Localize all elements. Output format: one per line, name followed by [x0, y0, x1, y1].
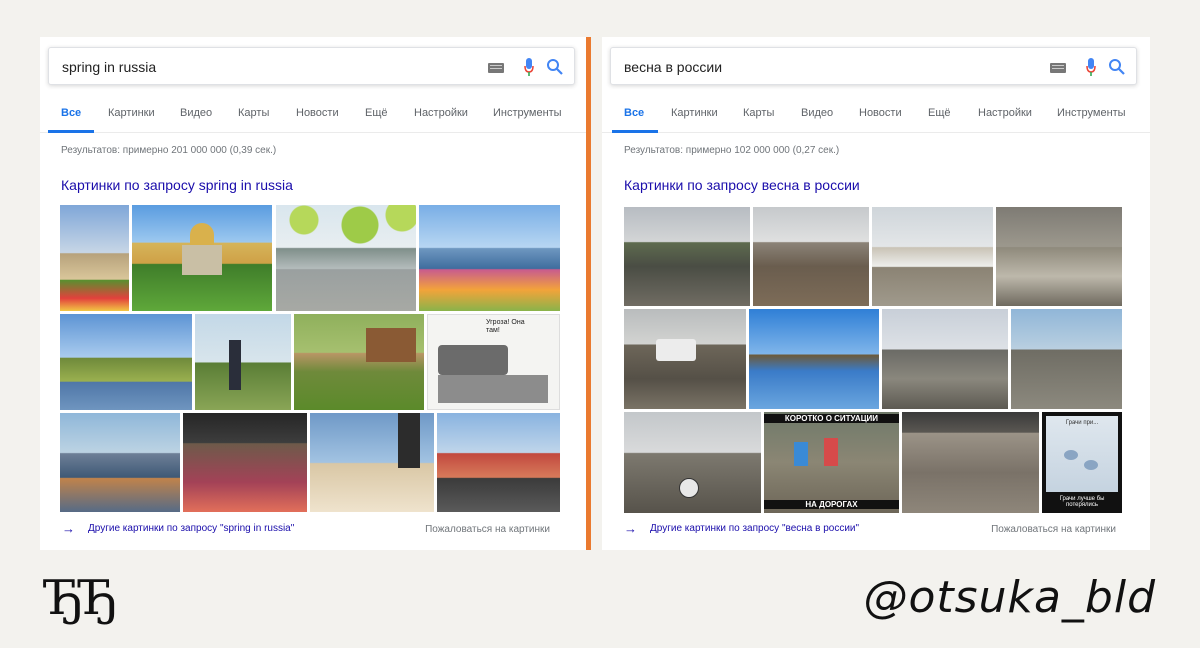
- image-result-flooded-road-cars[interactable]: [624, 309, 746, 409]
- wooden-house: [366, 328, 416, 362]
- image-result-moscow-cityscape[interactable]: [60, 413, 180, 512]
- results-stats: Результатов: примерно 102 000 000 (0,27 …: [624, 145, 840, 156]
- bird-shape: [1084, 460, 1098, 470]
- image-result-parade-street[interactable]: [437, 413, 560, 512]
- keyboard-icon[interactable]: [1050, 63, 1066, 73]
- microphone-icon[interactable]: [524, 58, 534, 76]
- demotivator-caption: Грачи лучше бы потерялись: [1059, 496, 1105, 508]
- arrow-right-icon: →: [624, 521, 637, 536]
- image-result-football-mud[interactable]: [624, 412, 761, 513]
- more-images-row: → Другие картинки по запросу "весна в ро…: [624, 521, 1134, 537]
- image-result-rubble-street[interactable]: [753, 207, 869, 306]
- comic-soldiers-drawing: [438, 375, 548, 403]
- tab-news[interactable]: Новости: [859, 107, 902, 119]
- more-images-link[interactable]: Другие картинки по запросу "spring in ru…: [88, 523, 294, 534]
- comic-speech-bubble: Угроза! Она там!: [486, 319, 525, 334]
- panel-divider: [586, 37, 591, 550]
- child-figure: [824, 438, 838, 466]
- tab-images[interactable]: Картинки: [108, 107, 155, 119]
- tab-video[interactable]: Видео: [801, 107, 833, 119]
- car-shape: [656, 339, 696, 361]
- arrow-right-icon: →: [62, 521, 75, 536]
- tab-images[interactable]: Картинки: [671, 107, 718, 119]
- search-icon[interactable]: [1108, 58, 1126, 76]
- tab-tools[interactable]: Инструменты: [1057, 107, 1126, 119]
- image-result-muddy-yard[interactable]: [624, 207, 750, 306]
- search-box[interactable]: весна в россии: [610, 47, 1137, 85]
- demotivator-picture: Грачи при...: [1046, 416, 1118, 492]
- cathedral-body-shape: [182, 245, 222, 275]
- demotivator-handwriting: Грачи при...: [1065, 420, 1099, 426]
- image-result-village-cows[interactable]: [294, 314, 424, 410]
- results-stats: Результатов: примерно 201 000 000 (0,39 …: [61, 145, 277, 156]
- image-result-puddle-reflection[interactable]: [310, 413, 434, 512]
- image-result-hill-lake[interactable]: [60, 314, 192, 410]
- tab-all[interactable]: Все: [61, 107, 81, 119]
- search-results-panel-russian: весна в россии Все Картинки Карты Видео …: [602, 37, 1150, 550]
- tab-all[interactable]: Все: [624, 107, 644, 119]
- tab-tools[interactable]: Инструменты: [493, 107, 562, 119]
- image-result-st-isaacs-cathedral[interactable]: [132, 205, 272, 311]
- keyboard-icon[interactable]: [488, 63, 504, 73]
- comic-tank-drawing: [438, 345, 508, 375]
- image-result-church-snowmelt[interactable]: [872, 207, 993, 306]
- image-result-flooded-forest[interactable]: [749, 309, 879, 409]
- search-input[interactable]: spring in russia: [62, 59, 156, 75]
- search-tabs: Все Картинки Карты Видео Новости Ещё Нас…: [602, 103, 1150, 133]
- cathedral-dome-shape: [190, 223, 214, 247]
- image-result-situation-roads-meme[interactable]: КОРОТКО О СИТУАЦИИ НА ДОРОГАХ: [764, 412, 899, 513]
- tab-video[interactable]: Видео: [180, 107, 212, 119]
- bird-shape: [1064, 450, 1078, 460]
- report-images-link[interactable]: Пожаловаться на картинки: [991, 524, 1116, 535]
- child-figure: [794, 442, 808, 466]
- tab-news[interactable]: Новости: [296, 107, 339, 119]
- logo-mark: ЂЂ: [45, 570, 118, 626]
- tab-settings[interactable]: Настройки: [414, 107, 468, 119]
- image-result-puddle-street[interactable]: [882, 309, 1008, 409]
- image-result-pothole-road[interactable]: [902, 412, 1039, 513]
- images-section-title[interactable]: Картинки по запросу весна в россии: [624, 177, 860, 193]
- search-results-panel-english: spring in russia Все Картинки Видео Карт…: [40, 37, 588, 550]
- search-tabs: Все Картинки Видео Карты Новости Ещё Нас…: [40, 103, 588, 133]
- tab-more[interactable]: Ещё: [928, 107, 951, 119]
- image-result-muddy-lot[interactable]: [1011, 309, 1122, 409]
- football-shape: [679, 478, 699, 498]
- search-input[interactable]: весна в россии: [624, 59, 722, 75]
- image-result-tulips-street[interactable]: [60, 205, 129, 311]
- tab-settings[interactable]: Настройки: [978, 107, 1032, 119]
- search-box[interactable]: spring in russia: [48, 47, 575, 85]
- more-images-row: → Другие картинки по запросу "spring in …: [62, 521, 572, 537]
- legs-silhouette: [398, 413, 420, 468]
- image-result-slushy-yard[interactable]: [996, 207, 1122, 306]
- image-result-rooks-demotivator[interactable]: Грачи при... Грачи лучше бы потерялись: [1042, 412, 1122, 513]
- tab-more[interactable]: Ещё: [365, 107, 388, 119]
- tab-maps[interactable]: Карты: [743, 107, 774, 119]
- image-result-flower-street[interactable]: [183, 413, 307, 512]
- report-images-link[interactable]: Пожаловаться на картинки: [425, 524, 550, 535]
- meme-top-caption: КОРОТКО О СИТУАЦИИ: [764, 414, 899, 423]
- search-icon[interactable]: [546, 58, 564, 76]
- image-result-man-pigeons[interactable]: [195, 314, 291, 410]
- man-silhouette: [229, 340, 241, 390]
- author-handle: @otsuka_bld: [863, 572, 1156, 623]
- more-images-link[interactable]: Другие картинки по запросу "весна в росс…: [650, 523, 859, 534]
- active-tab-indicator: [48, 130, 94, 133]
- active-tab-indicator: [612, 130, 658, 133]
- image-result-comic-tanks[interactable]: Угроза! Она там!: [427, 314, 560, 410]
- microphone-icon[interactable]: [1086, 58, 1096, 76]
- images-section-title[interactable]: Картинки по запросу spring in russia: [61, 177, 293, 193]
- image-result-blossom-river[interactable]: [276, 205, 416, 311]
- tab-maps[interactable]: Карты: [238, 107, 269, 119]
- image-result-flowerbed-fountain[interactable]: [419, 205, 560, 311]
- blossom-branches: [276, 205, 416, 255]
- meme-bottom-caption: НА ДОРОГАХ: [764, 500, 899, 509]
